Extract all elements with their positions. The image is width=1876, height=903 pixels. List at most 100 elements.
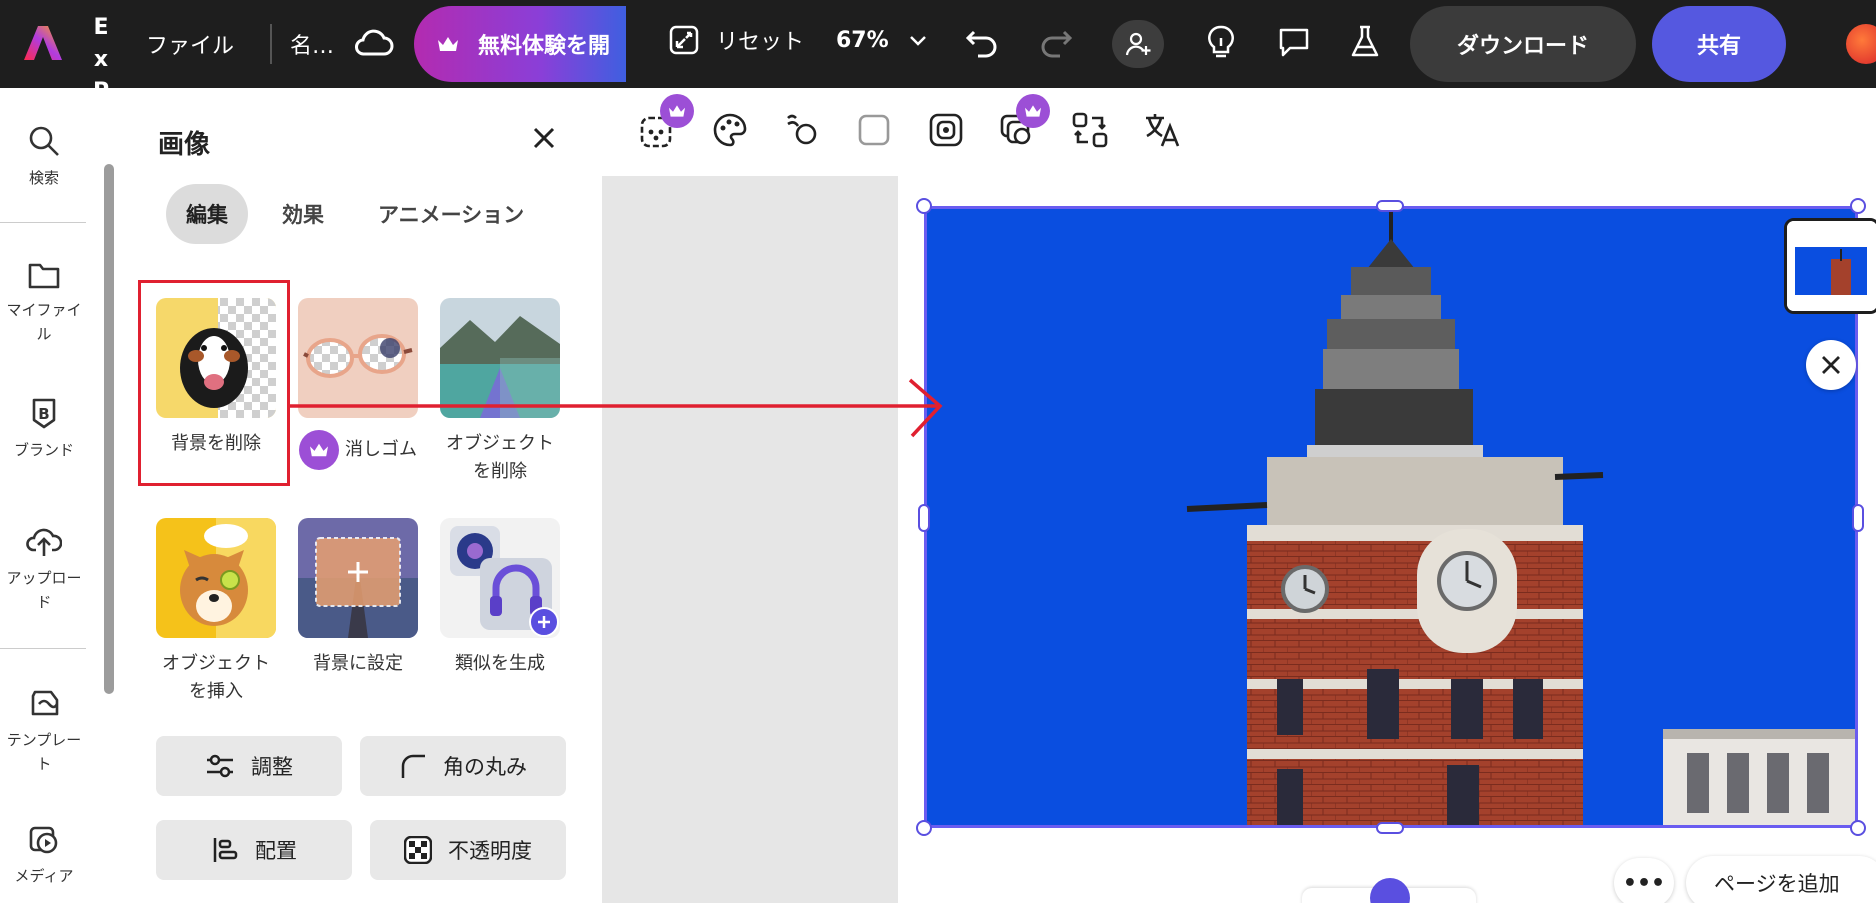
tab-animation[interactable]: アニメーション <box>358 184 544 244</box>
zoom-level: 67% <box>836 28 889 53</box>
canvas-background <box>602 176 898 903</box>
rail-search-label: 検索 <box>28 169 59 187</box>
set-background-thumbnail <box>298 518 418 638</box>
insert-object-label: オブジェクトを挿入 <box>162 653 270 702</box>
generate-similar-label: 類似を生成 <box>455 653 545 674</box>
rail-scrollbar[interactable] <box>104 164 114 694</box>
panel-title: 画像 <box>158 130 211 160</box>
page-thumbnail[interactable] <box>1784 218 1876 314</box>
share-button[interactable]: 共有 <box>1652 6 1786 82</box>
opacity-checker-icon <box>404 836 432 864</box>
corner-radius-button[interactable]: 角の丸み <box>360 736 566 796</box>
rail-upload[interactable]: アップロード <box>0 524 88 614</box>
remove-object-tile[interactable]: オブジェクトを削除 <box>440 298 560 486</box>
rail-myfiles-label: マイファイル <box>6 301 82 343</box>
resize-handle-bottom-left[interactable] <box>916 820 932 836</box>
eraser-label: 消しゴム <box>345 439 417 460</box>
eraser-tile[interactable]: 消しゴム <box>298 298 418 470</box>
translate-icon[interactable] <box>1142 110 1182 154</box>
insert-object-tile[interactable]: オブジェクトを挿入 <box>156 518 276 706</box>
download-button[interactable]: ダウンロード <box>1410 6 1636 82</box>
close-icon[interactable] <box>1806 340 1856 390</box>
crop-shape-icon[interactable] <box>782 110 822 154</box>
resize-handle-top-left[interactable] <box>916 198 932 214</box>
adobe-logo-icon[interactable] <box>22 22 64 64</box>
panel-tabs: 編集 効果 アニメーション <box>166 184 558 244</box>
adjust-button[interactable]: 調整 <box>156 736 342 796</box>
add-page-button[interactable]: ページを追加 <box>1686 856 1876 903</box>
image-panel: 画像 編集 効果 アニメーション 背景を削除 消しゴム オブジェクトを削除 オブ… <box>120 88 602 903</box>
rail-myfiles[interactable]: マイファイル <box>0 260 88 346</box>
align-button[interactable]: 配置 <box>156 820 352 880</box>
tab-effects[interactable]: 効果 <box>262 184 344 244</box>
redo-icon[interactable] <box>1038 24 1074 60</box>
rail-media[interactable]: メディア <box>0 822 88 888</box>
insert-object-thumbnail <box>156 518 276 638</box>
file-menu[interactable]: ファイル <box>146 28 234 60</box>
opacity-label: 不透明度 <box>448 839 532 863</box>
user-avatar[interactable] <box>1846 24 1876 64</box>
eraser-thumbnail <box>298 298 418 418</box>
top-bar: E x P r e s s ファイル 名… 無料体験を開 リセット 67% <box>0 0 1876 270</box>
invite-button[interactable] <box>1112 20 1164 68</box>
flask-icon[interactable] <box>1350 24 1380 60</box>
premium-crown-icon <box>1016 94 1050 128</box>
brand-letter: x <box>93 47 109 72</box>
frame-icon[interactable] <box>854 110 894 154</box>
premium-crown-icon <box>660 94 694 128</box>
resize-handle-left[interactable] <box>918 504 930 532</box>
adjust-label: 調整 <box>251 755 293 779</box>
folder-icon <box>28 263 60 289</box>
palette-icon[interactable] <box>710 110 750 154</box>
lightbulb-icon[interactable] <box>1206 24 1236 60</box>
rail-template-label: テンプレート <box>6 731 82 773</box>
chevron-down-icon <box>909 35 926 46</box>
divider <box>0 648 86 649</box>
template-icon <box>31 690 59 716</box>
rail-template[interactable]: テンプレート <box>0 686 88 776</box>
tab-edit[interactable]: 編集 <box>166 184 248 244</box>
generate-similar-thumbnail <box>440 518 560 638</box>
selected-image[interactable] <box>924 206 1858 828</box>
brand-letter: E <box>93 15 109 40</box>
canvas-toolbar <box>602 88 1876 176</box>
comment-icon[interactable] <box>1276 24 1312 60</box>
zoom-dropdown[interactable]: 67% <box>836 28 927 53</box>
brand-icon: B <box>32 398 56 429</box>
free-trial-button[interactable]: 無料体験を開 <box>414 6 626 82</box>
reset-button[interactable]: リセット <box>668 24 804 56</box>
resize-handle-bottom[interactable] <box>1376 822 1404 834</box>
align-left-icon <box>213 838 238 862</box>
cloud-upload-icon <box>26 528 62 556</box>
generate-similar-tile[interactable]: 類似を生成 <box>440 518 560 678</box>
mask-icon[interactable] <box>926 110 966 154</box>
more-options-button[interactable]: ••• <box>1614 858 1674 903</box>
document-name[interactable]: 名… <box>290 28 334 60</box>
remove-object-thumbnail <box>440 298 560 418</box>
corner-radius-icon <box>401 754 425 778</box>
rail-brand[interactable]: B ブランド <box>0 396 88 462</box>
set-background-label: 背景に設定 <box>313 653 403 674</box>
align-label: 配置 <box>255 839 297 863</box>
replace-icon[interactable] <box>1070 110 1110 154</box>
resize-handle-top-right[interactable] <box>1850 198 1866 214</box>
divider <box>0 222 86 223</box>
free-trial-label: 無料体験を開 <box>478 34 611 59</box>
remove-object-label: オブジェクトを削除 <box>446 433 554 482</box>
divider <box>270 24 272 64</box>
resize-icon <box>669 25 699 55</box>
resize-handle-top[interactable] <box>1376 200 1404 212</box>
cloud-icon[interactable] <box>354 26 394 58</box>
eraser-label-row: 消しゴム <box>299 430 417 470</box>
resize-handle-right[interactable] <box>1852 504 1864 532</box>
highlight-box <box>138 280 290 486</box>
add-person-icon <box>1125 32 1151 56</box>
rail-search[interactable]: 検索 <box>0 124 88 190</box>
close-icon[interactable] <box>530 124 558 156</box>
reset-label: リセット <box>716 30 805 55</box>
app-window: E x P r e s s ファイル 名… 無料体験を開 リセット 67% <box>0 0 1876 903</box>
opacity-button[interactable]: 不透明度 <box>370 820 566 880</box>
set-background-tile[interactable]: 背景に設定 <box>298 518 418 678</box>
undo-icon[interactable] <box>964 24 1000 60</box>
resize-handle-bottom-right[interactable] <box>1850 820 1866 836</box>
